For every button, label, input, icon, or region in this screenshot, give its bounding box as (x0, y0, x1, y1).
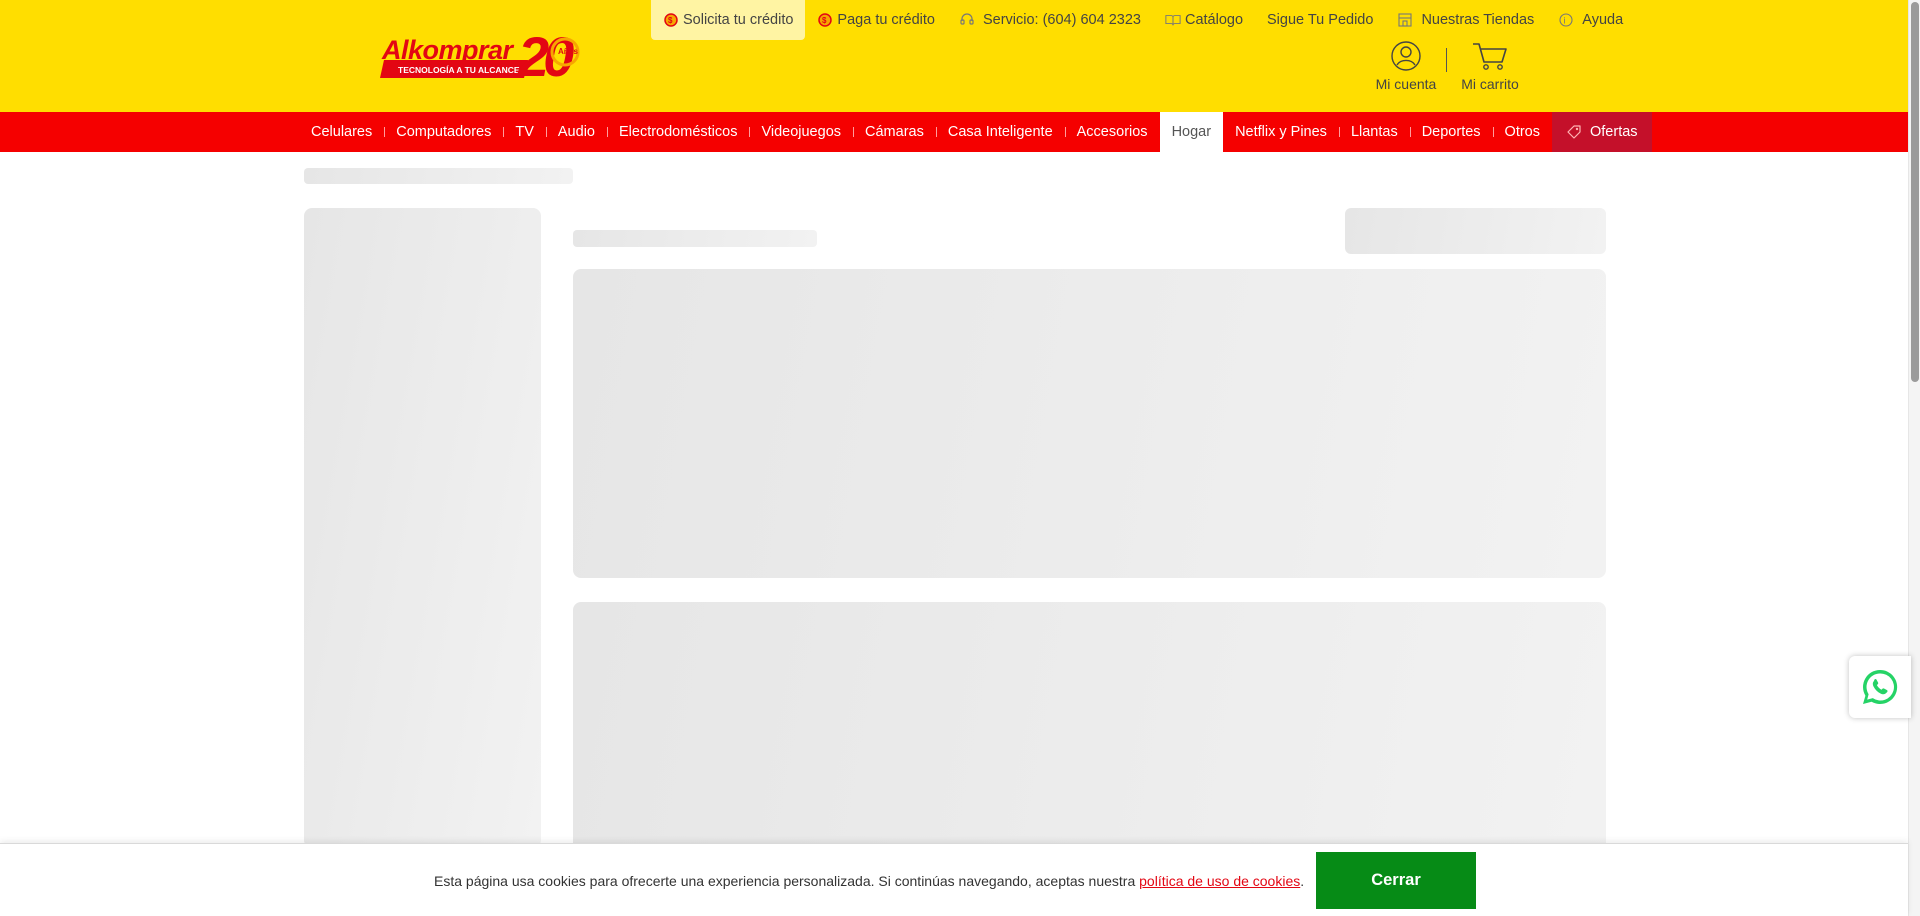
nav-item-audio[interactable]: Audio (545, 112, 607, 152)
product-grid-skeleton (573, 602, 1606, 862)
utility-link-label: Nuestras Tiendas (1421, 12, 1535, 28)
ofertas-label: Ofertas (1590, 124, 1638, 140)
svg-text:Años: Años (558, 47, 579, 56)
site-header: Alkomprar TECNOLOGÍA A TU ALCANCE 20 Año… (0, 0, 1908, 112)
nav-item-computadores[interactable]: Computadores (384, 112, 503, 152)
utility-links: $ Solicita tu crédito $ Paga tu crédito … (651, 0, 1635, 40)
banner-skeleton (573, 269, 1606, 578)
cookie-close-button[interactable]: Cerrar (1316, 852, 1476, 909)
nav-item-hogar[interactable]: Hogar (1159, 112, 1224, 152)
servicio-phone-link[interactable]: Servicio: (604) 604 2323 (947, 0, 1153, 40)
nav-item-accesorios[interactable]: Accesorios (1064, 112, 1160, 152)
catalogo-link[interactable]: Catálogo (1153, 0, 1255, 40)
nav-item-electrodomesticos[interactable]: Electrodomésticos (606, 112, 749, 152)
category-nav: Celulares Computadores TV Audio Electrod… (0, 112, 1908, 152)
scrollbar-thumb[interactable] (1911, 2, 1919, 382)
svg-text:$: $ (822, 16, 827, 25)
cart-label: Mi carrito (1461, 76, 1519, 92)
cookie-policy-link[interactable]: política de uso de cookies (1139, 873, 1300, 889)
nav-item-tv[interactable]: TV (503, 112, 546, 152)
sort-select-skeleton (1345, 208, 1606, 254)
nuestras-tiendas-link[interactable]: Nuestras Tiendas (1385, 0, 1546, 40)
nav-item-llantas[interactable]: Llantas (1338, 112, 1410, 152)
sigue-pedido-link[interactable]: Sigue Tu Pedido (1255, 0, 1385, 40)
nav-item-videojuegos[interactable]: Videojuegos (749, 112, 853, 152)
account-button[interactable]: Mi cuenta (1370, 40, 1442, 92)
utility-link-label: Ayuda (1582, 12, 1624, 28)
nav-item-deportes[interactable]: Deportes (1409, 112, 1493, 152)
paga-credito-link[interactable]: $ Paga tu crédito (805, 0, 947, 40)
store-icon (1397, 12, 1413, 28)
book-icon (1165, 12, 1181, 28)
help-icon: i (1558, 12, 1574, 28)
nav-item-ofertas[interactable]: Ofertas (1552, 112, 1652, 152)
nav-item-camaras[interactable]: Cámaras (853, 112, 936, 152)
svg-text:TECNOLOGÍA A TU ALCANCE: TECNOLOGÍA A TU ALCANCE (398, 65, 520, 75)
cart-button[interactable]: Mi carrito (1452, 40, 1528, 92)
utility-link-label: Sigue Tu Pedido (1267, 12, 1374, 28)
title-skeleton (573, 230, 817, 247)
alkomprar-logo[interactable]: Alkomprar TECNOLOGÍA A TU ALCANCE 20 Año… (378, 26, 592, 86)
cookie-banner: Esta página usa cookies para ofrecerte u… (0, 843, 1908, 916)
ayuda-link[interactable]: i Ayuda (1546, 0, 1635, 40)
utility-link-label: Paga tu crédito (837, 12, 935, 28)
page-scrollbar[interactable] (1908, 0, 1920, 916)
account-label: Mi cuenta (1375, 76, 1437, 92)
header-divider (1446, 48, 1447, 72)
cookie-message: Esta página usa cookies para ofrecerte u… (434, 873, 1304, 889)
cookie-text-after: . (1300, 873, 1305, 889)
cookie-text-before: Esta página usa cookies para ofrecerte u… (434, 873, 1140, 889)
nav-item-celulares[interactable]: Celulares (299, 112, 384, 152)
svg-text:i: i (1564, 16, 1566, 26)
tag-icon (1566, 124, 1582, 140)
whatsapp-icon (1860, 667, 1900, 707)
whatsapp-chat-button[interactable] (1849, 656, 1911, 718)
svg-text:20: 20 (517, 26, 574, 86)
breadcrumb-skeleton (304, 168, 573, 184)
headset-icon (959, 12, 975, 28)
utility-link-label: Servicio: (604) 604 2323 (982, 12, 1141, 28)
utility-link-label: Catálogo (1184, 12, 1244, 28)
svg-text:Alkomprar: Alkomprar (381, 35, 515, 65)
solicita-credito-link[interactable]: $ Solicita tu crédito (651, 0, 806, 40)
utility-link-label: Solicita tu crédito (683, 12, 794, 28)
cart-icon (1452, 40, 1528, 72)
svg-text:$: $ (668, 16, 673, 25)
credit-badge-icon: $ (663, 12, 679, 28)
nav-item-otros[interactable]: Otros (1492, 112, 1552, 152)
nav-item-casa-inteligente[interactable]: Casa Inteligente (935, 112, 1065, 152)
sidebar-filter-skeleton (304, 208, 541, 848)
user-icon (1370, 40, 1442, 72)
category-nav-list: Celulares Computadores TV Audio Electrod… (299, 112, 1652, 152)
nav-item-netflix-pines[interactable]: Netflix y Pines (1223, 112, 1339, 152)
credit-badge-icon: $ (817, 12, 833, 28)
